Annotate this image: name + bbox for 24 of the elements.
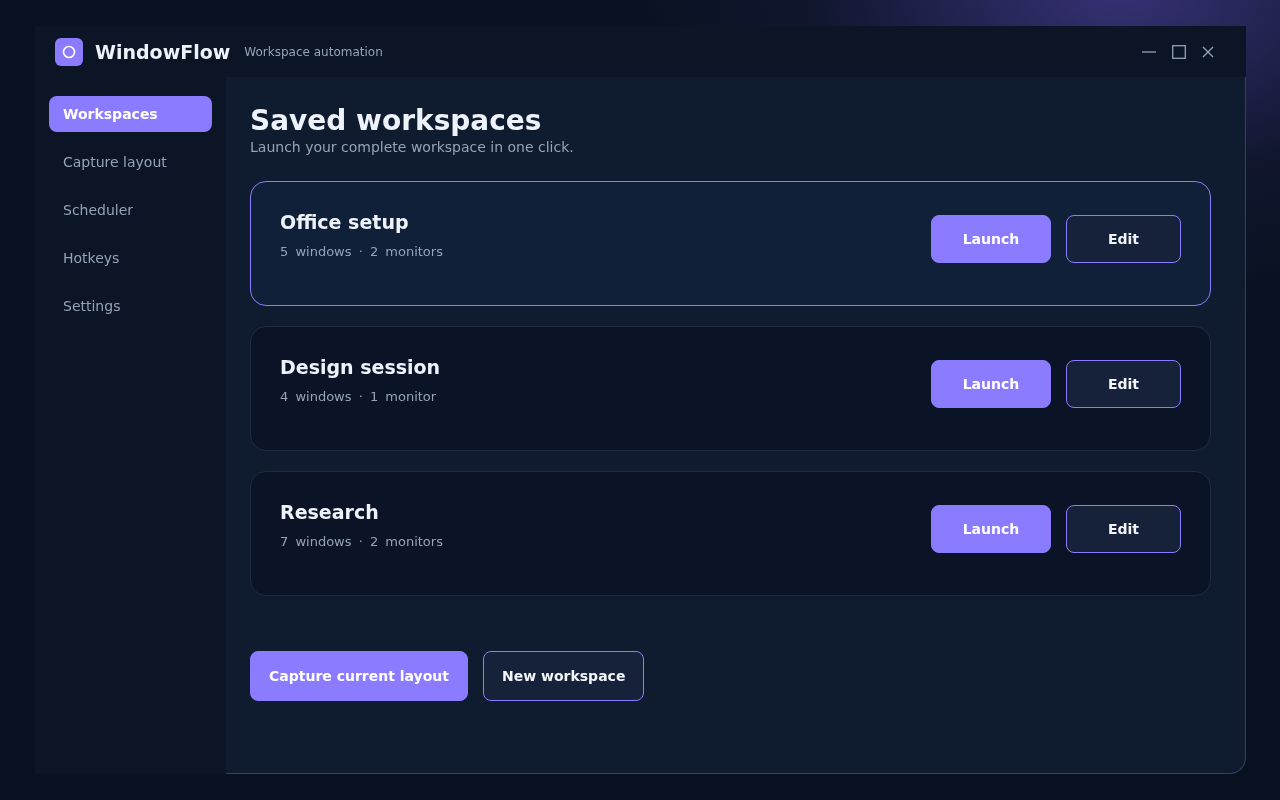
sidebar-item[interactable]: Hotkeys <box>49 240 212 276</box>
edit-button[interactable]: Edit <box>1066 505 1181 553</box>
app-logo-icon <box>55 37 83 66</box>
workspace-details: 5 windows · 2 monitors <box>280 244 443 259</box>
close-icon[interactable] <box>1202 45 1214 58</box>
sidebar-item[interactable]: Capture layout <box>49 144 212 180</box>
workspace-details: 4 windows · 1 monitor <box>280 389 438 404</box>
workspace-card[interactable]: Design session 4 windows · 1 monitor Launch Edit <box>250 326 1211 451</box>
workspace-card[interactable]: Office setup 5 windows · 2 monitors Launch Edit <box>250 181 1211 306</box>
workspace-details: 7 windows · 2 monitors <box>280 534 443 549</box>
workspace-name: Office setup <box>280 210 410 235</box>
workspace-name: Research <box>280 500 380 525</box>
edit-button[interactable]: Edit <box>1066 215 1181 263</box>
workspace-card[interactable]: Research 7 windows · 2 monitors Launch Edit <box>250 471 1211 596</box>
workspace-name: Design session <box>280 355 441 380</box>
app-title: WindowFlow <box>95 40 231 63</box>
page-subtitle: Launch your complete workspace in one click. <box>250 138 575 156</box>
app-subtitle: Workspace automation <box>244 44 383 59</box>
sidebar-item[interactable]: Scheduler <box>49 192 212 228</box>
sidebar-item[interactable]: Settings <box>49 288 212 324</box>
new-workspace-button[interactable]: New workspace <box>483 651 645 701</box>
page-title: Saved workspaces <box>250 104 543 138</box>
edit-button[interactable]: Edit <box>1066 360 1181 408</box>
maximize-icon[interactable] <box>1172 44 1186 59</box>
